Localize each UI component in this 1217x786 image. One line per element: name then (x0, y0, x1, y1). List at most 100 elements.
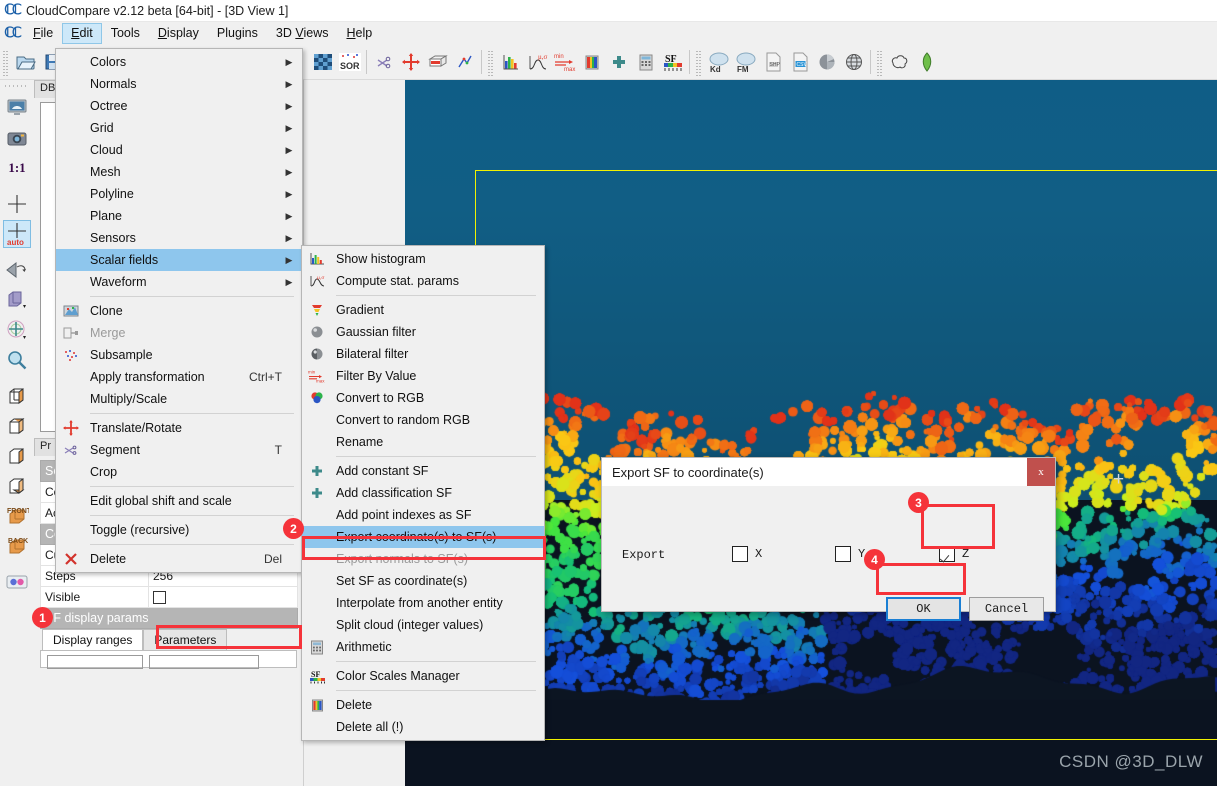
auto-pivot-icon[interactable]: auto (3, 220, 31, 248)
view-back-icon[interactable]: BACK (3, 532, 31, 560)
stereo-mode-icon[interactable] (3, 568, 31, 596)
set-pivot-icon[interactable] (3, 190, 31, 218)
menu-item-multiply-scale[interactable]: Multiply/Scale (56, 388, 302, 410)
menu-item-arithmetic[interactable]: Arithmetic (302, 636, 544, 658)
sf-color-scale-icon[interactable]: SF (659, 48, 686, 75)
translate-rotate-icon[interactable] (397, 48, 424, 75)
toolbar-grip-4[interactable] (876, 47, 884, 76)
sor-filter-icon[interactable]: SOR (336, 48, 363, 75)
menu-item-plane[interactable]: Plane ▶ (56, 205, 302, 227)
menu-item-translate-rotate[interactable]: Translate/Rotate (56, 417, 302, 439)
poisson-recon-icon[interactable] (886, 48, 913, 75)
delete-sf-icon[interactable] (578, 48, 605, 75)
fit-screen-icon[interactable] (3, 94, 31, 122)
visible-checkbox[interactable] (153, 591, 166, 605)
menu-item-clone[interactable]: Clone (56, 300, 302, 322)
toolbar-grip-3[interactable] (695, 47, 703, 76)
menu-item-toggle-recursive[interactable]: Toggle (recursive) (56, 519, 302, 541)
menu-item-compute-stat-params[interactable]: μ,σ Compute stat. params (302, 270, 544, 292)
translate-gizmo-icon[interactable] (3, 316, 31, 344)
toolbar-grip-2[interactable] (487, 47, 495, 76)
menu-item-crop[interactable]: Crop (56, 461, 302, 483)
menu-item-add-constant-sf[interactable]: Add constant SF (302, 460, 544, 482)
cancel-button[interactable]: Cancel (969, 597, 1044, 621)
menu-plugins[interactable]: Plugins (208, 23, 267, 44)
y-checkbox[interactable]: Y (835, 546, 865, 562)
edit-menu-popup[interactable]: Colors ▶ Normals ▶ Octree ▶ Grid ▶ Cloud ▶ Mesh ▶ Po… (55, 48, 303, 573)
view-iso-4-icon[interactable] (3, 472, 31, 500)
menu-item-gaussian-filter[interactable]: Gaussian filter (302, 321, 544, 343)
menu-item-cloud[interactable]: Cloud ▶ (56, 139, 302, 161)
menu-item-colors[interactable]: Colors ▶ (56, 51, 302, 73)
histogram-icon[interactable] (497, 48, 524, 75)
menu-item-delete[interactable]: Delete (302, 694, 544, 716)
x-checkbox[interactable]: X (732, 546, 762, 562)
camera-snapshot-icon[interactable] (3, 124, 31, 152)
rotate-view-icon[interactable] (3, 256, 31, 284)
arithmetic-icon[interactable] (632, 48, 659, 75)
fm-icon[interactable]: FM (732, 48, 759, 75)
view-toolbar-grip[interactable] (5, 84, 29, 91)
menu-item-add-point-indexes-as-sf[interactable]: Add point indexes as SF (302, 504, 544, 526)
toolbar-grip[interactable] (2, 47, 10, 76)
segment-scissors-icon[interactable] (370, 48, 397, 75)
menu-item-polyline[interactable]: Polyline ▶ (56, 183, 302, 205)
point-size-icon[interactable] (3, 286, 31, 314)
menu-item-grid[interactable]: Grid ▶ (56, 117, 302, 139)
zoom-1-1-icon[interactable]: 1:1 (3, 154, 31, 182)
checkerboard-icon[interactable] (309, 48, 336, 75)
menu-item-apply-transformation[interactable]: Apply transformation Ctrl+T (56, 366, 302, 388)
menu-item-octree[interactable]: Octree ▶ (56, 95, 302, 117)
menu-item-show-histogram[interactable]: Show histogram (302, 248, 544, 270)
menu-item-sensors[interactable]: Sensors ▶ (56, 227, 302, 249)
menu-item-edit-global-shift-and-scale[interactable]: Edit global shift and scale (56, 490, 302, 512)
view-front-icon[interactable]: FRONT (3, 502, 31, 530)
kd-tree-icon[interactable]: Kd (705, 48, 732, 75)
view-iso-3-icon[interactable] (3, 442, 31, 470)
menu-item-set-sf-as-coordinate-s[interactable]: Set SF as coordinate(s) (302, 570, 544, 592)
menu-item-split-cloud-integer-values[interactable]: Split cloud (integer values) (302, 614, 544, 636)
menu-item-bilateral-filter[interactable]: Bilateral filter (302, 343, 544, 365)
menu-item-segment[interactable]: Segment T (56, 439, 302, 461)
globe-icon[interactable] (840, 48, 867, 75)
sf-range-field-min[interactable] (47, 655, 143, 669)
menu-item-normals[interactable]: Normals ▶ (56, 73, 302, 95)
menu-tools[interactable]: Tools (102, 23, 149, 44)
zoom-lens-icon[interactable] (3, 346, 31, 374)
view-iso-2-icon[interactable] (3, 412, 31, 440)
csv-export-icon[interactable]: CSV (786, 48, 813, 75)
menu-item-waveform[interactable]: Waveform ▶ (56, 271, 302, 293)
menu-item-interpolate-from-another-entity[interactable]: Interpolate from another entity (302, 592, 544, 614)
menu-item-add-classification-sf[interactable]: Add classification SF (302, 482, 544, 504)
view-iso-1-icon[interactable] (3, 382, 31, 410)
menu-item-convert-to-rgb[interactable]: Convert to RGB (302, 387, 544, 409)
ok-button[interactable]: OK (886, 597, 961, 621)
menu-item-subsample[interactable]: Subsample (56, 344, 302, 366)
menu-display[interactable]: Display (149, 23, 208, 44)
menu-item-mesh[interactable]: Mesh ▶ (56, 161, 302, 183)
sf-range-field-max[interactable] (149, 655, 259, 669)
menu-item-filter-by-value[interactable]: min max Filter By Value (302, 365, 544, 387)
pie-icon[interactable] (813, 48, 840, 75)
dock-tab-properties[interactable]: Pr (34, 438, 57, 456)
tab-display-ranges[interactable]: Display ranges (42, 629, 144, 650)
shp-export-icon[interactable]: SHP (759, 48, 786, 75)
menu-edit[interactable]: Edit (62, 22, 102, 44)
y-checkbox-box[interactable] (835, 546, 851, 562)
label-connect-icon[interactable] (451, 48, 478, 75)
menu-item-color-scales-manager[interactable]: SF Color Scales Manager (302, 665, 544, 687)
menu-item-delete-all[interactable]: Delete all (!) (302, 716, 544, 738)
menu-file[interactable]: File (24, 23, 62, 44)
x-checkbox-box[interactable] (732, 546, 748, 562)
leaf-icon[interactable] (913, 48, 940, 75)
menu-item-convert-to-random-rgb[interactable]: Convert to random RGB (302, 409, 544, 431)
menu-item-delete[interactable]: Delete Del (56, 548, 302, 570)
add-sf-icon[interactable] (605, 48, 632, 75)
menu-item-gradient[interactable]: Gradient (302, 299, 544, 321)
crop-box-icon[interactable] (424, 48, 451, 75)
menu-3d-views[interactable]: 3D Views (267, 23, 338, 44)
close-icon[interactable]: x (1027, 458, 1055, 486)
properties-value[interactable] (148, 586, 298, 608)
scalar-fields-submenu-popup[interactable]: Show histogram μ,σ Compute stat. params Gra… (301, 245, 545, 741)
filter-minmax-icon[interactable]: min max (551, 48, 578, 75)
